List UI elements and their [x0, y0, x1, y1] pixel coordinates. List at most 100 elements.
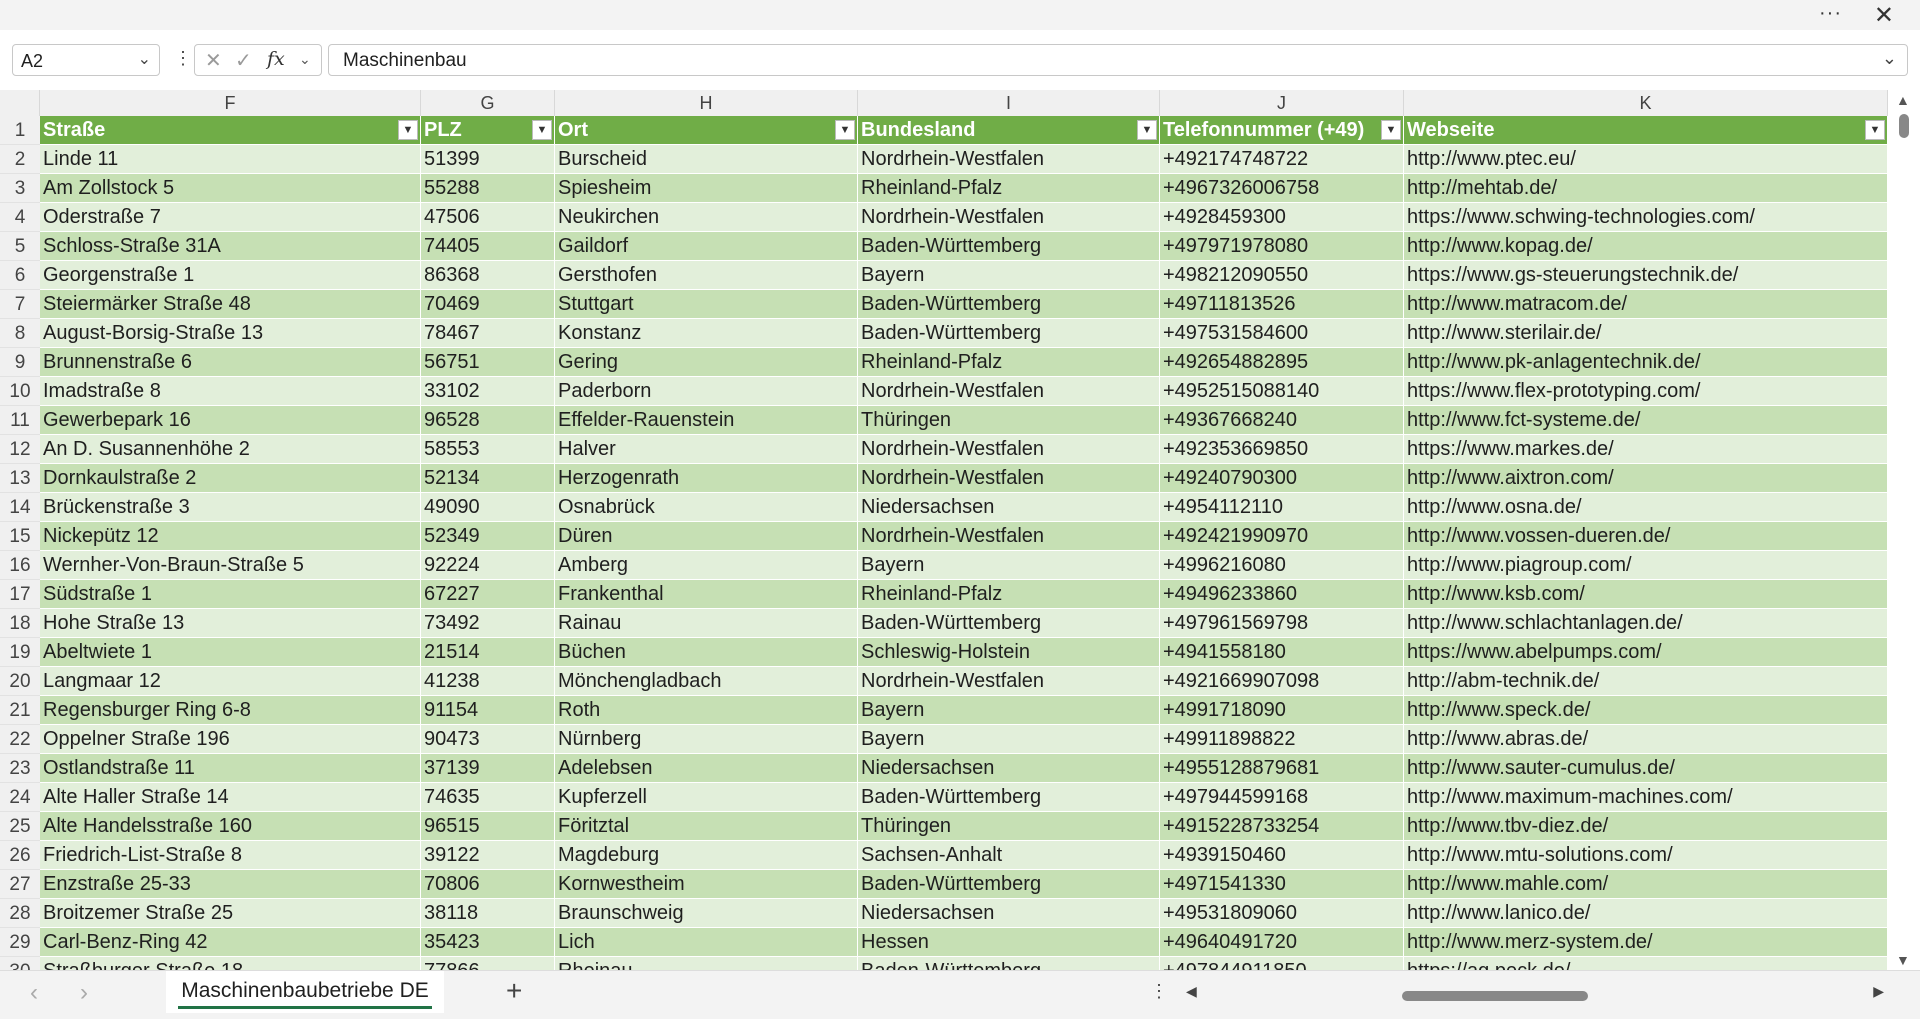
row-header[interactable]: 14: [0, 493, 40, 522]
formula-input[interactable]: Maschinenbau ⌄: [328, 44, 1908, 76]
cell-plz[interactable]: 39122: [421, 841, 555, 870]
cell-strasse[interactable]: Gewerbepark 16: [40, 406, 421, 435]
cell-bundesland[interactable]: Nordrhein-Westfalen: [858, 203, 1160, 232]
cell-ort[interactable]: Spiesheim: [555, 174, 858, 203]
cell-bundesland[interactable]: Schleswig-Holstein: [858, 638, 1160, 667]
cell-strasse[interactable]: Hohe Straße 13: [40, 609, 421, 638]
column-header-g[interactable]: G: [421, 90, 555, 116]
cell-bundesland[interactable]: Nordrhein-Westfalen: [858, 522, 1160, 551]
cell-webseite[interactable]: http://www.maximum-machines.com/: [1404, 783, 1888, 812]
cell-ort[interactable]: Gaildorf: [555, 232, 858, 261]
cell-plz[interactable]: 41238: [421, 667, 555, 696]
cell-bundesland[interactable]: Nordrhein-Westfalen: [858, 377, 1160, 406]
cell-webseite[interactable]: http://www.abras.de/: [1404, 725, 1888, 754]
cell-plz[interactable]: 55288: [421, 174, 555, 203]
cell-bundesland[interactable]: Rheinland-Pfalz: [858, 348, 1160, 377]
cell-telefon[interactable]: +4941558180: [1160, 638, 1404, 667]
cell-bundesland[interactable]: Baden-Württemberg: [858, 232, 1160, 261]
cell-webseite[interactable]: http://www.aixtron.com/: [1404, 464, 1888, 493]
cell-strasse[interactable]: Alte Handelsstraße 160: [40, 812, 421, 841]
cell-plz[interactable]: 37139: [421, 754, 555, 783]
row-header[interactable]: 5: [0, 232, 40, 261]
cell-telefon[interactable]: +497971978080: [1160, 232, 1404, 261]
row-header[interactable]: 19: [0, 638, 40, 667]
column-header-k[interactable]: K: [1404, 90, 1888, 116]
cell-webseite[interactable]: https://www.markes.de/: [1404, 435, 1888, 464]
select-all-corner[interactable]: [0, 90, 40, 116]
column-header-i[interactable]: I: [858, 90, 1160, 116]
row-header[interactable]: 10: [0, 377, 40, 406]
cell-plz[interactable]: 33102: [421, 377, 555, 406]
row-header[interactable]: 22: [0, 725, 40, 754]
cell-webseite[interactable]: http://www.ptec.eu/: [1404, 145, 1888, 174]
expand-formula-icon[interactable]: ⌄: [1882, 48, 1897, 69]
cell-webseite[interactable]: http://www.kopag.de/: [1404, 232, 1888, 261]
sheet-tab[interactable]: Maschinenbaubetriebe DE: [166, 971, 444, 1013]
cell-strasse[interactable]: Schloss-Straße 31A: [40, 232, 421, 261]
cell-plz[interactable]: 49090: [421, 493, 555, 522]
cell-webseite[interactable]: http://www.piagroup.com/: [1404, 551, 1888, 580]
cell-plz[interactable]: 58553: [421, 435, 555, 464]
confirm-icon[interactable]: ✓: [235, 48, 252, 73]
more-options-icon[interactable]: ···: [1819, 2, 1842, 25]
cell-strasse[interactable]: Carl-Benz-Ring 42: [40, 928, 421, 957]
cell-webseite[interactable]: http://www.lanico.de/: [1404, 899, 1888, 928]
cell-telefon[interactable]: +4996216080: [1160, 551, 1404, 580]
cell-telefon[interactable]: +49367668240: [1160, 406, 1404, 435]
cell-bundesland[interactable]: Thüringen: [858, 812, 1160, 841]
cell-webseite[interactable]: https://www.abelpumps.com/: [1404, 638, 1888, 667]
cell-telefon[interactable]: +4921669907098: [1160, 667, 1404, 696]
cell-bundesland[interactable]: Nordrhein-Westfalen: [858, 435, 1160, 464]
cell-plz[interactable]: 78467: [421, 319, 555, 348]
cell-telefon[interactable]: +4971541330: [1160, 870, 1404, 899]
cell-telefon[interactable]: +49496233860: [1160, 580, 1404, 609]
vertical-scrollbar[interactable]: ▲ ▼: [1888, 90, 1920, 970]
column-header-h[interactable]: H: [555, 90, 858, 116]
cell-webseite[interactable]: https://www.gs-steuerungstechnik.de/: [1404, 261, 1888, 290]
name-box[interactable]: A2 ⌄: [12, 44, 160, 76]
row-header[interactable]: 11: [0, 406, 40, 435]
formula-bar-options-icon[interactable]: ⋮: [174, 48, 192, 69]
cell-ort[interactable]: Mönchengladbach: [555, 667, 858, 696]
cell-webseite[interactable]: http://www.vossen-dueren.de/: [1404, 522, 1888, 551]
cell-plz[interactable]: 47506: [421, 203, 555, 232]
filter-dropdown-icon[interactable]: ▼: [835, 120, 855, 140]
cell-webseite[interactable]: http://www.pk-anlagentechnik.de/: [1404, 348, 1888, 377]
chevron-right-icon[interactable]: ›: [80, 979, 88, 1007]
scroll-thumb[interactable]: [1402, 991, 1588, 1001]
cell-bundesland[interactable]: Baden-Württemberg: [858, 290, 1160, 319]
cell-bundesland[interactable]: Bayern: [858, 696, 1160, 725]
cell-bundesland[interactable]: Sachsen-Anhalt: [858, 841, 1160, 870]
row-header[interactable]: 25: [0, 812, 40, 841]
row-header[interactable]: 20: [0, 667, 40, 696]
cell-webseite[interactable]: https://www.flex-prototyping.com/: [1404, 377, 1888, 406]
cell-bundesland[interactable]: Nordrhein-Westfalen: [858, 145, 1160, 174]
cell-plz[interactable]: 96515: [421, 812, 555, 841]
cell-ort[interactable]: Kupferzell: [555, 783, 858, 812]
row-header[interactable]: 17: [0, 580, 40, 609]
row-header[interactable]: 26: [0, 841, 40, 870]
scroll-left-icon[interactable]: ◀: [1186, 983, 1197, 1000]
cell-bundesland[interactable]: Niedersachsen: [858, 899, 1160, 928]
cell-plz[interactable]: 92224: [421, 551, 555, 580]
cell-plz[interactable]: 21514: [421, 638, 555, 667]
cell-bundesland[interactable]: Niedersachsen: [858, 493, 1160, 522]
cell-bundesland[interactable]: Baden-Württemberg: [858, 870, 1160, 899]
cell-bundesland[interactable]: Baden-Württemberg: [858, 609, 1160, 638]
row-header[interactable]: 2: [0, 145, 40, 174]
cell-strasse[interactable]: Oppelner Straße 196: [40, 725, 421, 754]
cell-telefon[interactable]: +492654882895: [1160, 348, 1404, 377]
cell-telefon[interactable]: +49911898822: [1160, 725, 1404, 754]
cell-bundesland[interactable]: Rheinland-Pfalz: [858, 174, 1160, 203]
header-cell[interactable]: Telefonnummer (+49) ▼: [1160, 116, 1404, 145]
cell-ort[interactable]: Stuttgart: [555, 290, 858, 319]
cancel-icon[interactable]: ✕: [205, 48, 222, 73]
cell-webseite[interactable]: http://www.osna.de/: [1404, 493, 1888, 522]
column-header-j[interactable]: J: [1160, 90, 1404, 116]
row-header[interactable]: 13: [0, 464, 40, 493]
cell-strasse[interactable]: Regensburger Ring 6-8: [40, 696, 421, 725]
cell-bundesland[interactable]: Nordrhein-Westfalen: [858, 464, 1160, 493]
cell-ort[interactable]: Föritztal: [555, 812, 858, 841]
cell-webseite[interactable]: http://www.ksb.com/: [1404, 580, 1888, 609]
cell-telefon[interactable]: +4954112110: [1160, 493, 1404, 522]
